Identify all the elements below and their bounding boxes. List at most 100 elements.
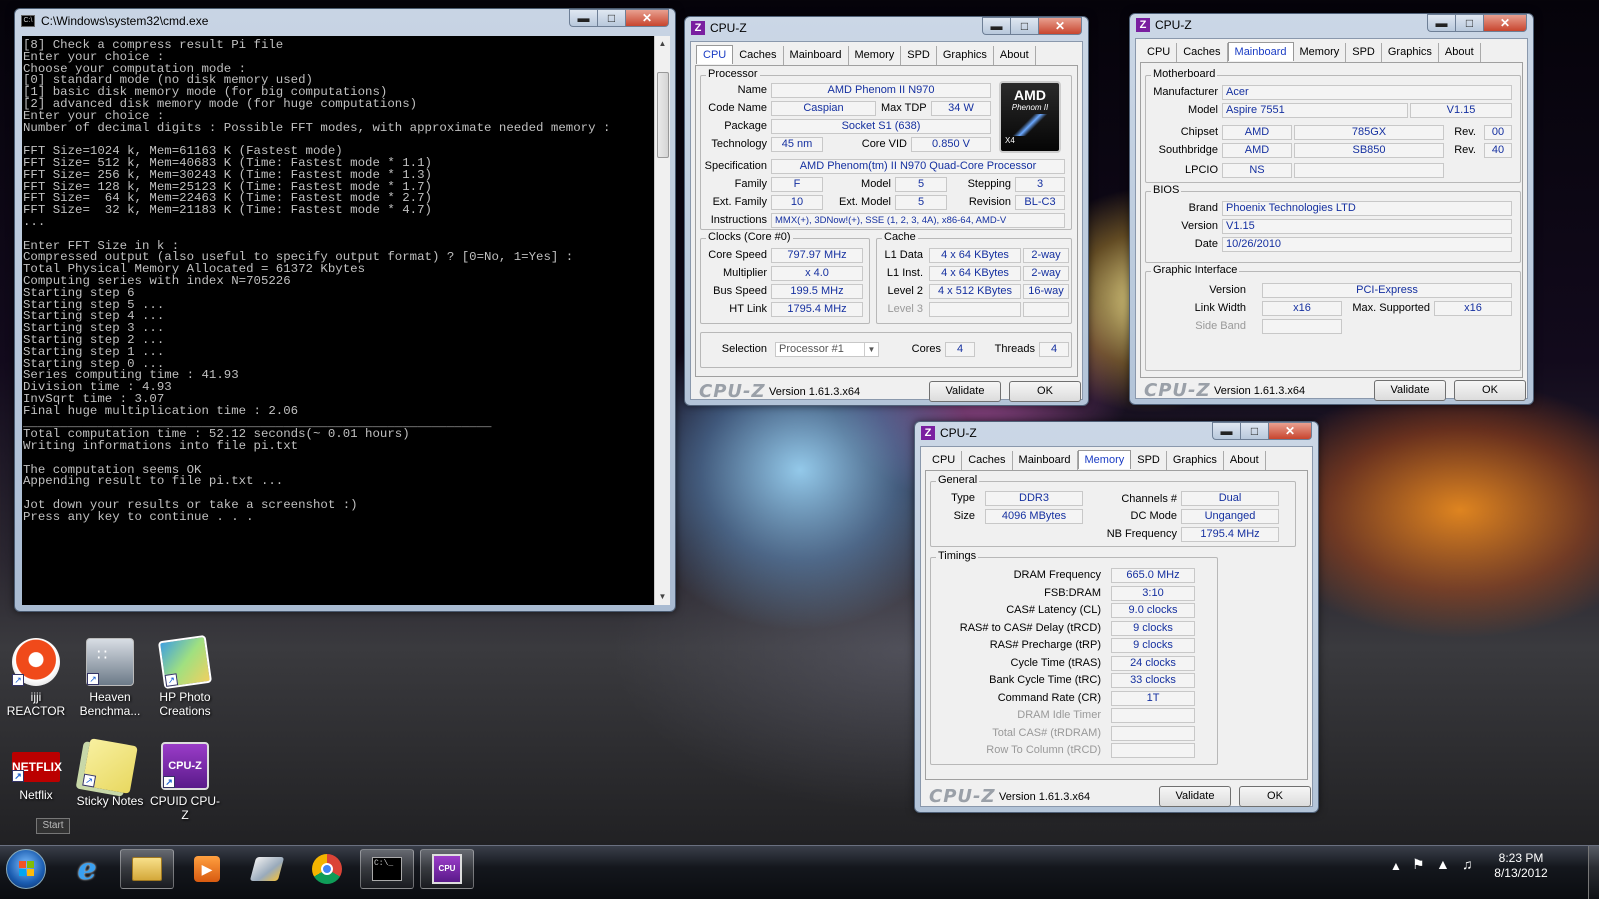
scrollbar-thumb[interactable] bbox=[657, 72, 669, 158]
desktop-icon-sticky-notes[interactable]: ↗ Sticky Notes bbox=[74, 738, 146, 808]
tab-graphics[interactable]: Graphics bbox=[1167, 451, 1224, 470]
chipset-vendor-value: AMD bbox=[1222, 125, 1292, 140]
bios-brand-value: Phoenix Technologies LTD bbox=[1222, 201, 1512, 216]
cpuz-app-icon: Z bbox=[1136, 18, 1150, 32]
version-text: Version 1.61.3.x64 bbox=[769, 386, 861, 398]
side-band-value bbox=[1262, 319, 1342, 334]
chevron-down-icon[interactable]: ▼ bbox=[864, 343, 878, 356]
show-hidden-icons-button[interactable]: ▲ bbox=[1390, 859, 1402, 874]
hp-photo-icon: ↗ bbox=[157, 634, 213, 690]
tab-spd[interactable]: SPD bbox=[1346, 43, 1382, 62]
tab-caches[interactable]: Caches bbox=[1177, 43, 1228, 62]
tab-about[interactable]: About bbox=[1439, 43, 1481, 62]
taskbar-internet-explorer[interactable]: e bbox=[60, 849, 114, 889]
cpuz-title: CPU-Z bbox=[710, 21, 747, 35]
taskbar-explorer[interactable] bbox=[120, 849, 174, 889]
desktop-icon-label: HP Photo Creations bbox=[159, 690, 211, 718]
cpuz-icon: CPU bbox=[432, 854, 462, 884]
amd-logo-text: AMD bbox=[1014, 87, 1046, 103]
volume-icon[interactable]: ♫ bbox=[1462, 857, 1473, 872]
dc-mode-value: Unganged bbox=[1181, 509, 1279, 524]
tab-caches[interactable]: Caches bbox=[962, 451, 1013, 470]
tab-spd[interactable]: SPD bbox=[1131, 451, 1167, 470]
taskbar-cmd[interactable]: C:\_ bbox=[360, 849, 414, 889]
taskbar-chrome[interactable] bbox=[300, 849, 354, 889]
validate-button[interactable]: Validate bbox=[1374, 380, 1446, 401]
manufacturer-value: Acer bbox=[1222, 85, 1512, 100]
close-button[interactable]: ✕ bbox=[625, 9, 669, 27]
validate-button[interactable]: Validate bbox=[929, 381, 1001, 402]
ok-button[interactable]: OK bbox=[1239, 786, 1311, 807]
maximize-button[interactable]: □ bbox=[597, 9, 625, 27]
extfamily-value: 10 bbox=[771, 195, 823, 210]
cmd-title: C:\Windows\system32\cmd.exe bbox=[41, 14, 209, 28]
tab-cpu[interactable]: CPU bbox=[1141, 43, 1178, 62]
scroll-down-arrow-icon[interactable]: ▼ bbox=[655, 589, 670, 605]
minimize-button[interactable]: ▬ bbox=[1212, 422, 1240, 440]
tab-spd[interactable]: SPD bbox=[901, 46, 937, 65]
desktop-icon-netflix[interactable]: NETFLIX ↗ Netflix bbox=[0, 742, 72, 802]
tab-caches[interactable]: Caches bbox=[733, 46, 784, 65]
package-value: Socket S1 (638) bbox=[771, 119, 991, 134]
close-button[interactable]: ✕ bbox=[1268, 422, 1312, 440]
cpuz-window-mainboard[interactable]: Z CPU-Z ▬ □ ✕ CPU Caches Mainboard Memor… bbox=[1129, 13, 1534, 405]
minimize-button[interactable]: ▬ bbox=[1427, 14, 1455, 32]
tab-memory[interactable]: Memory bbox=[1077, 450, 1132, 469]
cpuz-logo: CPU-Z bbox=[929, 786, 996, 807]
desktop-icon-hp-photo-creations[interactable]: ↗ HP Photo Creations bbox=[149, 634, 221, 718]
scroll-up-arrow-icon[interactable]: ▲ bbox=[655, 36, 670, 52]
taskbar-paint[interactable] bbox=[240, 849, 294, 889]
cpuz-window-cpu[interactable]: Z CPU-Z ▬ □ ✕ CPU Caches Mainboard Memor… bbox=[684, 16, 1089, 406]
minimize-button[interactable]: ▬ bbox=[982, 17, 1010, 35]
memory-size-value: 4096 MBytes bbox=[985, 509, 1083, 524]
tab-about[interactable]: About bbox=[1224, 451, 1266, 470]
graphic-interface-group: Graphic Interface Version PCI-Express Li… bbox=[1145, 264, 1521, 371]
close-button[interactable]: ✕ bbox=[1038, 17, 1082, 35]
action-center-icon[interactable]: ⚑ bbox=[1412, 857, 1425, 872]
processor-select[interactable]: Processor #1 ▼ bbox=[775, 342, 879, 357]
maximize-button[interactable]: □ bbox=[1240, 422, 1268, 440]
tab-mainboard[interactable]: Mainboard bbox=[784, 46, 849, 65]
tab-mainboard[interactable]: Mainboard bbox=[1013, 451, 1078, 470]
internet-explorer-icon: e bbox=[77, 851, 97, 887]
start-button[interactable] bbox=[0, 849, 52, 889]
clock[interactable]: 8:23 PM 8/13/2012 bbox=[1486, 851, 1556, 881]
console-output[interactable]: [8] Check a compress result Pi file Enter… bbox=[22, 36, 654, 605]
ok-button[interactable]: OK bbox=[1009, 381, 1081, 402]
label: Rev. bbox=[1454, 144, 1476, 156]
group-title: Processor bbox=[706, 68, 760, 80]
maximize-button[interactable]: □ bbox=[1455, 14, 1483, 32]
tab-mainboard[interactable]: Mainboard bbox=[1227, 42, 1294, 61]
minimize-button[interactable]: ▬ bbox=[569, 9, 597, 27]
cpuz-window-memory[interactable]: Z CPU-Z ▬ □ ✕ CPU Caches Mainboard Memor… bbox=[914, 421, 1319, 813]
maximize-button[interactable]: □ bbox=[1010, 17, 1038, 35]
desktop-icon-heaven-benchmark[interactable]: ∷ ↗ Heaven Benchma... bbox=[74, 638, 146, 718]
timing-value: 33 clocks bbox=[1111, 673, 1195, 688]
tab-about[interactable]: About bbox=[994, 46, 1036, 65]
max-supported-value: x16 bbox=[1434, 301, 1512, 316]
taskbar-cpuz[interactable]: CPU bbox=[420, 849, 474, 889]
label: Chipset bbox=[1180, 126, 1218, 138]
label: Size bbox=[953, 510, 975, 522]
taskbar-media-player[interactable]: ▶ bbox=[180, 849, 234, 889]
vertical-scrollbar[interactable]: ▲ ▼ bbox=[654, 36, 670, 605]
close-button[interactable]: ✕ bbox=[1483, 14, 1527, 32]
validate-button[interactable]: Validate bbox=[1159, 786, 1231, 807]
tab-graphics[interactable]: Graphics bbox=[1382, 43, 1439, 62]
desktop-icon-cpuid-cpuz[interactable]: CPU-Z ↗ CPUID CPU-Z bbox=[149, 742, 221, 822]
network-signal-icon[interactable]: ▲ bbox=[1436, 857, 1450, 872]
explorer-icon bbox=[132, 857, 162, 881]
tab-memory[interactable]: Memory bbox=[849, 46, 902, 65]
cmd-window[interactable]: C:\ C:\Windows\system32\cmd.exe ▬ □ ✕ [8… bbox=[14, 8, 676, 612]
tab-graphics[interactable]: Graphics bbox=[937, 46, 994, 65]
tab-cpu[interactable]: CPU bbox=[696, 45, 734, 64]
ok-button[interactable]: OK bbox=[1454, 380, 1526, 401]
desktop-icon-label: Heaven Benchma... bbox=[79, 690, 141, 718]
desktop-icon-ijji-reactor[interactable]: ↗ ijji REACTOR bbox=[0, 638, 72, 718]
tab-memory[interactable]: Memory bbox=[1294, 43, 1347, 62]
cache-group: Cache L1 Data 4 x 64 KBytes 2-way L1 Ins… bbox=[876, 231, 1072, 324]
htlink-value: 1795.4 MHz bbox=[771, 302, 863, 317]
tab-cpu[interactable]: CPU bbox=[926, 451, 963, 470]
show-desktop-button[interactable] bbox=[1588, 846, 1599, 899]
amd-phenom-logo: AMD Phenom II X4 bbox=[999, 81, 1061, 153]
